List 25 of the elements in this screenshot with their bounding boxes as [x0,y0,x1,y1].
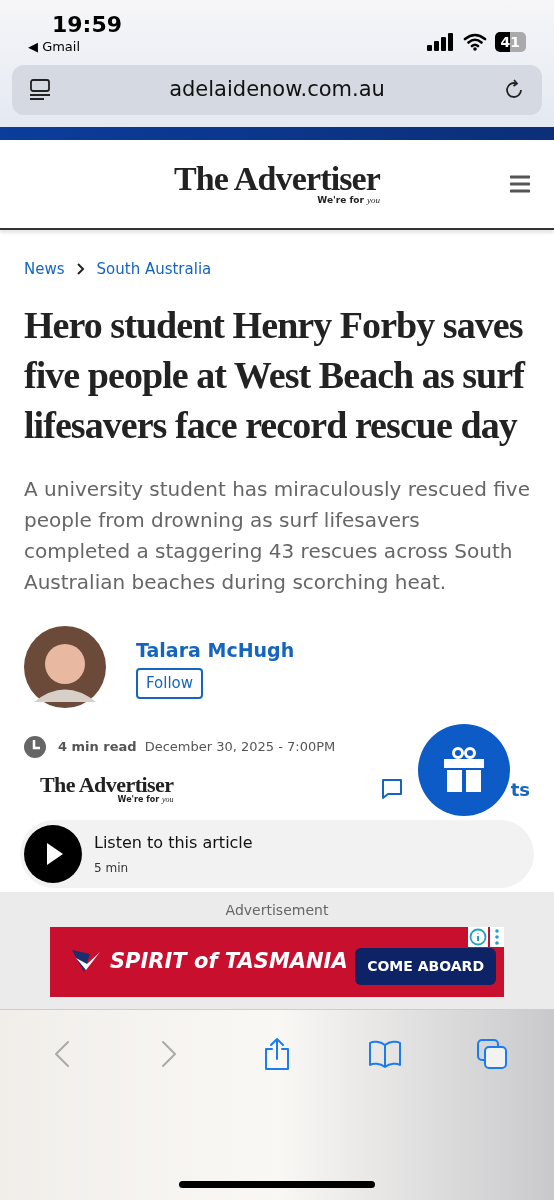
listen-title: Listen to this article [94,832,253,854]
publication-logo: The Advertiser [40,774,174,796]
publication-logo: The Advertiser [173,162,381,196]
read-time: 4 min read [58,738,137,757]
publish-date: December 30, 2025 - 7:00PM [144,738,336,757]
ad-label: Advertisement [225,901,329,920]
comments-label[interactable]: ts [510,775,530,803]
ad-brand: SPIRIT of TASMANIA [110,948,348,976]
article-standfirst: A university student has miraculously rescued five people from drowning as surf lifesavers completed a staggering 43 rescues across South Australian beaches during scorching heat. [24,476,530,596]
logo-tagline: We're for you [117,796,174,804]
status-time: 19:59 [52,11,123,39]
listen-duration: 5 min [94,860,130,877]
breadcrumb-link[interactable]: South Australia [96,257,212,280]
article-headline: Hero student Henry Forby saves five people at West Beach as surf lifesavers face record rescue day [24,303,526,448]
breadcrumb-link[interactable]: News [24,257,65,280]
logo-tagline: We're for you [317,196,381,205]
ad-cta[interactable]: COME ABOARD [355,947,496,985]
follow-button[interactable]: Follow [136,668,204,699]
listen-player[interactable]: Listen to this article 5 min [20,820,534,888]
url-text: adelaidenow.com.au [169,75,385,103]
url-bar[interactable]: adelaidenow.com.au [12,64,542,115]
ad-banner[interactable]: SPIRIT of TASMANIA COME ABOARD [50,927,504,997]
battery-indicator: 41 [494,32,526,52]
author-name[interactable]: Talara McHugh [136,635,295,664]
back-to-app[interactable]: ◀ Gmail [28,37,81,57]
